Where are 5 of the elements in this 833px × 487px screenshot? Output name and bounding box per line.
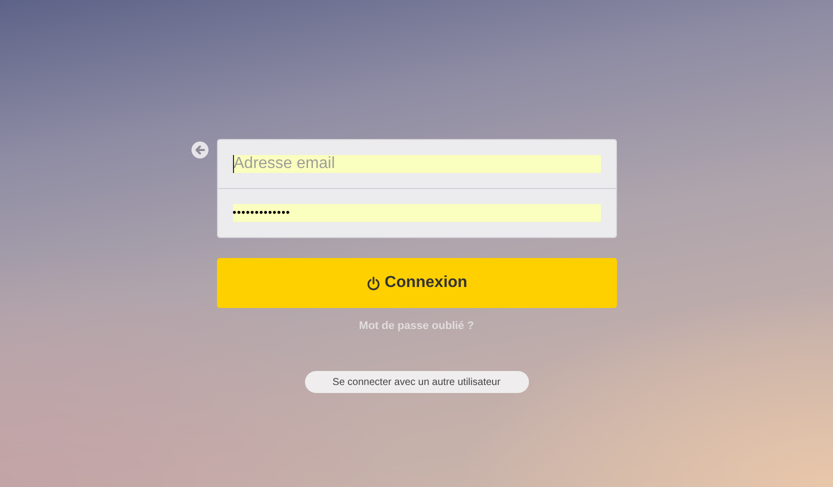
other-user-button[interactable]: Se connecter avec un autre utilisateur [304,371,528,393]
connect-button[interactable]: Connexion [216,258,616,308]
password-field[interactable]: ••••••••••••• [232,204,600,222]
email-field[interactable]: Adresse email [232,155,600,173]
power-icon [366,276,381,290]
